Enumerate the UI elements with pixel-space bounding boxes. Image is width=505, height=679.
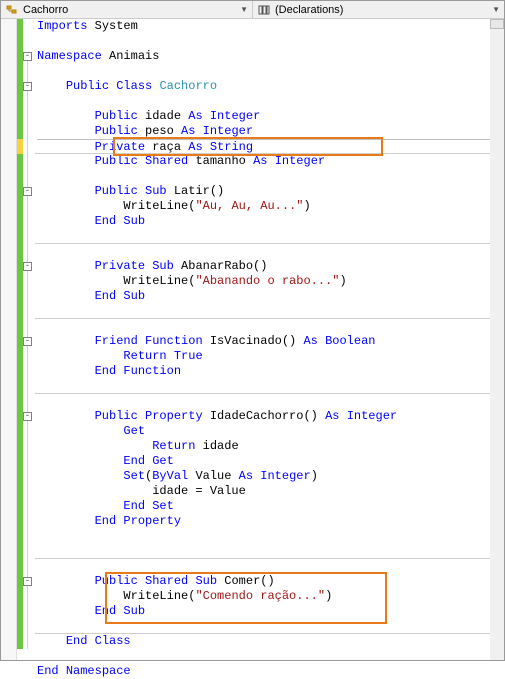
code-line[interactable]: Get — [37, 424, 504, 439]
class-icon — [5, 3, 19, 17]
code-line[interactable]: Public Property IdadeCachorro() As Integ… — [37, 409, 504, 424]
class-dropdown[interactable]: Cachorro ▼ — [1, 1, 253, 18]
code-line[interactable]: Set(ByVal Value As Integer) — [37, 469, 504, 484]
code-line[interactable] — [37, 529, 504, 544]
code-line[interactable]: Return True — [37, 349, 504, 364]
code-line[interactable]: End Sub — [37, 214, 504, 229]
collapse-toggle[interactable]: - — [23, 82, 32, 91]
outline-guide — [27, 52, 28, 649]
separator-line — [35, 243, 504, 244]
code-line[interactable] — [37, 94, 504, 109]
collapse-toggle[interactable]: - — [23, 52, 32, 61]
member-dropdown[interactable]: (Declarations) ▼ — [253, 1, 504, 18]
code-line[interactable]: WriteLine("Au, Au, Au...") — [37, 199, 504, 214]
code-line[interactable]: End Property — [37, 514, 504, 529]
collapse-toggle[interactable]: - — [23, 262, 32, 271]
code-line[interactable]: End Sub — [37, 289, 504, 304]
collapse-toggle[interactable]: - — [23, 412, 32, 421]
code-line[interactable]: Public Shared Sub Comer() — [37, 574, 504, 589]
code-line[interactable]: Private Sub AbanarRabo() — [37, 259, 504, 274]
separator-line — [35, 318, 504, 319]
code-line[interactable]: Public peso As Integer — [37, 124, 504, 139]
separator-line — [35, 153, 504, 154]
collapse-toggle[interactable]: - — [23, 337, 32, 346]
code-line[interactable]: WriteLine("Comendo ração...") — [37, 589, 504, 604]
code-line-current[interactable]: Private raça As String — [37, 139, 504, 154]
chevron-down-icon: ▼ — [492, 5, 500, 14]
separator-line — [35, 393, 504, 394]
code-line[interactable] — [37, 34, 504, 49]
code-line[interactable] — [37, 559, 504, 574]
code-line[interactable]: Public Shared tamanho As Integer — [37, 154, 504, 169]
separator-line — [35, 558, 504, 559]
vertical-scrollbar[interactable] — [490, 29, 504, 660]
code-line[interactable] — [37, 229, 504, 244]
code-line[interactable]: WriteLine("Abanando o rabo...") — [37, 274, 504, 289]
code-line[interactable]: Public Sub Latir() — [37, 184, 504, 199]
code-line[interactable]: Namespace Animais — [37, 49, 504, 64]
code-line[interactable]: End Set — [37, 499, 504, 514]
split-handle[interactable] — [490, 19, 504, 29]
collapse-toggle[interactable]: - — [23, 187, 32, 196]
code-editor[interactable]: - - - - - - - Imports System Namespace A… — [1, 19, 504, 660]
code-line[interactable]: Public idade As Integer — [37, 109, 504, 124]
code-line[interactable] — [37, 319, 504, 334]
margin-column — [1, 19, 17, 660]
code-line[interactable]: End Class — [37, 634, 504, 649]
member-dropdown-label: (Declarations) — [275, 4, 492, 16]
separator-line — [35, 633, 504, 634]
code-area[interactable]: Imports System Namespace Animais Public … — [35, 19, 504, 660]
code-line[interactable]: Imports System — [37, 19, 504, 34]
code-line[interactable]: Friend Function IsVacinado() As Boolean — [37, 334, 504, 349]
code-line[interactable] — [37, 544, 504, 559]
code-line[interactable] — [37, 619, 504, 634]
code-line[interactable] — [37, 304, 504, 319]
code-line[interactable]: End Sub — [37, 604, 504, 619]
code-line[interactable]: End Get — [37, 454, 504, 469]
code-line[interactable] — [37, 64, 504, 79]
code-line[interactable]: End Function — [37, 364, 504, 379]
code-line[interactable] — [37, 649, 504, 664]
code-line[interactable]: idade = Value — [37, 484, 504, 499]
outlining-column: - - - - - - - — [23, 19, 35, 660]
code-line[interactable] — [37, 394, 504, 409]
navigation-bar: Cachorro ▼ (Declarations) ▼ — [1, 1, 504, 19]
code-line[interactable]: Public Class Cachorro — [37, 79, 504, 94]
collapse-toggle[interactable]: - — [23, 577, 32, 586]
declarations-icon — [257, 3, 271, 17]
code-line[interactable] — [37, 169, 504, 184]
code-line[interactable] — [37, 379, 504, 394]
code-line[interactable]: End Namespace — [37, 664, 504, 679]
code-line[interactable] — [37, 244, 504, 259]
class-dropdown-label: Cachorro — [23, 4, 240, 16]
chevron-down-icon: ▼ — [240, 5, 248, 14]
code-line[interactable]: Return idade — [37, 439, 504, 454]
